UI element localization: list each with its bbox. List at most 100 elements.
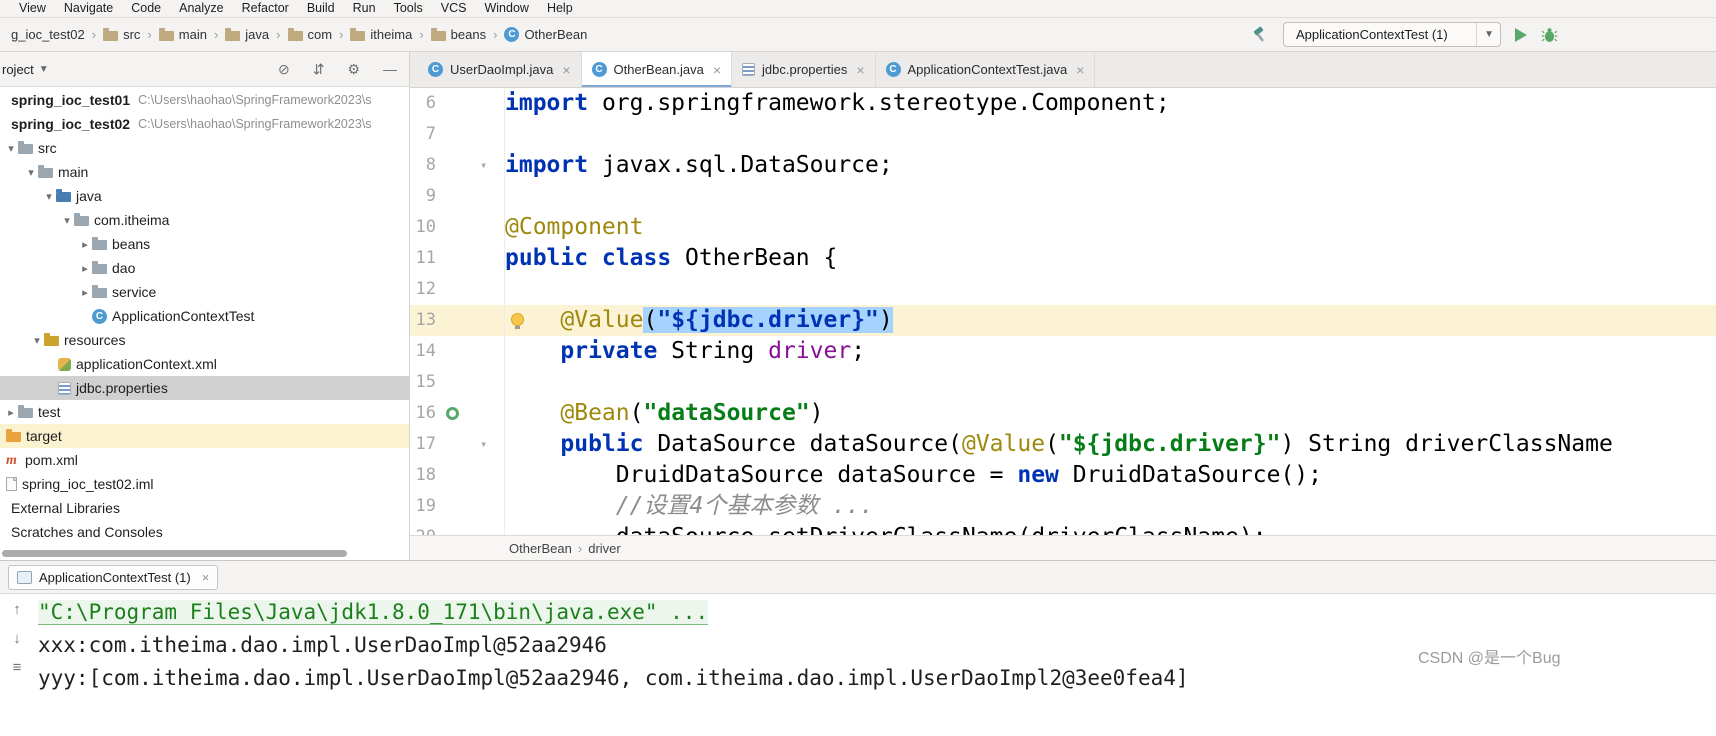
chevron-separator-icon: › [335,27,347,42]
tree-item-applicationcontexttest[interactable]: ApplicationContextTest [0,304,409,328]
menu-item-refactor[interactable]: Refactor [233,0,298,17]
code-line-6[interactable]: 6import org.springframework.stereotype.C… [410,88,1716,119]
editor-tab-jdbc-properties[interactable]: jdbc.properties× [732,52,875,87]
code-editor[interactable]: 6import org.springframework.stereotype.C… [410,88,1716,535]
menu-item-window[interactable]: Window [475,0,537,17]
chevron-down-icon[interactable]: ▾ [24,166,38,179]
close-icon[interactable]: × [562,62,570,78]
tree-item-spring-ioc-test02[interactable]: spring_ioc_test02C:\Users\haohao\SpringF… [0,112,409,136]
code-line-10[interactable]: 10@Component [410,212,1716,243]
horizontal-scrollbar[interactable] [0,550,409,558]
select-opened-file-icon[interactable]: ⊘ [278,62,290,76]
code-line-8[interactable]: 8▾import javax.sql.DataSource; [410,150,1716,181]
hide-icon[interactable]: — [383,62,397,76]
fold-marker-icon[interactable]: ▾ [480,429,487,460]
code-line-14[interactable]: 14 private String driver; [410,336,1716,367]
more-icon[interactable]: ≡ [13,660,22,676]
scroll-up-icon[interactable]: ↑ [13,602,21,618]
code-line-13[interactable]: 13 @Value("${jdbc.driver}") [410,305,1716,336]
menu-item-tools[interactable]: Tools [385,0,432,17]
close-icon[interactable]: × [856,62,864,78]
chevron-down-icon[interactable]: ▼ [39,64,49,75]
project-tree: spring_ioc_test01C:\Users\haohao\SpringF… [0,88,409,544]
editor-tab-bar: UserDaoImpl.java×OtherBean.java×jdbc.pro… [410,52,1716,88]
chevron-down-icon[interactable]: ▾ [42,190,56,203]
project-panel-title[interactable]: roject [2,62,34,77]
editor-tab-userdaoimpl-java[interactable]: UserDaoImpl.java× [418,52,582,87]
scroll-down-icon[interactable]: ↓ [13,631,21,647]
chevron-down-icon[interactable]: ▾ [30,334,44,347]
menu-item-help[interactable]: Help [538,0,582,17]
tree-item-target[interactable]: target [0,424,409,448]
run-tab[interactable]: ApplicationContextTest (1) × [8,565,218,590]
tree-item-label: service [112,284,156,300]
editor-tab-applicationcontexttest-java[interactable]: ApplicationContextTest.java× [876,52,1096,87]
tree-item-spring-ioc-test02-iml[interactable]: spring_ioc_test02.iml [0,472,409,496]
chevron-right-icon[interactable]: ▸ [4,406,18,419]
intention-bulb-icon[interactable] [511,313,524,326]
chevron-down-icon[interactable]: ▾ [4,142,18,155]
code-line-15[interactable]: 15 [410,367,1716,398]
code-line-20[interactable]: 20 dataSource.setDriverClassName(driverC… [410,522,1716,535]
code-line-19[interactable]: 19 //设置4个基本参数 ... [410,491,1716,522]
tree-item-beans[interactable]: ▸beans [0,232,409,256]
breadcrumb-item-itheima[interactable]: itheima [347,25,415,44]
breadcrumb: g_ioc_test02›src›main›java›com›itheima›b… [8,25,1251,44]
fold-marker-icon[interactable]: ▾ [480,150,487,181]
editor-breadcrumb-otherbean[interactable]: OtherBean [507,541,574,556]
tree-item-external-libraries[interactable]: External Libraries [0,496,409,520]
menu-item-code[interactable]: Code [122,0,170,17]
tree-item-resources[interactable]: ▾resources [0,328,409,352]
debug-bug-icon[interactable] [1541,27,1558,43]
editor-breadcrumb-driver[interactable]: driver [586,541,623,556]
menu-item-navigate[interactable]: Navigate [55,0,122,17]
tree-item-dao[interactable]: ▸dao [0,256,409,280]
close-icon[interactable]: × [713,62,721,78]
menu-item-vcs[interactable]: VCS [432,0,476,17]
code-line-9[interactable]: 9 [410,181,1716,212]
editor-tab-otherbean-java[interactable]: OtherBean.java× [582,52,733,87]
code-line-12[interactable]: 12 [410,274,1716,305]
menu-item-run[interactable]: Run [344,0,385,17]
tree-item-jdbc-properties[interactable]: jdbc.properties [0,376,409,400]
breadcrumb-item-g-ioc-test02[interactable]: g_ioc_test02 [8,25,88,44]
close-icon[interactable]: × [202,570,210,585]
menu-item-build[interactable]: Build [298,0,344,17]
tree-item-java[interactable]: ▾java [0,184,409,208]
code-line-7[interactable]: 7 [410,119,1716,150]
menu-item-view[interactable]: View [10,0,55,17]
code-line-17[interactable]: 17▾ public DataSource dataSource(@Value(… [410,429,1716,460]
chevron-right-icon[interactable]: ▸ [78,286,92,299]
tree-item-service[interactable]: ▸ service [0,280,409,304]
breadcrumb-item-com[interactable]: com [285,25,336,44]
chevron-right-icon[interactable]: ▸ [78,238,92,251]
scrollbar-thumb[interactable] [2,550,347,557]
chevron-right-icon[interactable]: ▸ [78,262,92,275]
tree-item-test[interactable]: ▸test [0,400,409,424]
tree-item-src[interactable]: ▾src [0,136,409,160]
code-line-11[interactable]: 11public class OtherBean { [410,243,1716,274]
close-icon[interactable]: × [1076,62,1084,78]
breadcrumb-item-java[interactable]: java [222,25,272,44]
chevron-down-icon[interactable]: ▾ [60,214,74,227]
run-button[interactable] [1515,28,1527,42]
code-line-18[interactable]: 18 DruidDataSource dataSource = new Drui… [410,460,1716,491]
code-line-16[interactable]: 16 @Bean("dataSource") [410,398,1716,429]
collapse-all-icon[interactable]: ⇵ [313,62,325,76]
breadcrumb-item-main[interactable]: main [156,25,210,44]
run-config-select[interactable]: ApplicationContextTest (1) ▼ [1283,22,1501,47]
breadcrumb-item-src[interactable]: src [100,25,143,44]
settings-icon[interactable]: ⚙ [347,62,360,76]
tree-item-applicationcontext-xml[interactable]: applicationContext.xml [0,352,409,376]
menu-item-analyze[interactable]: Analyze [170,0,232,17]
build-hammer-icon[interactable] [1251,26,1269,44]
tree-item-com-itheima[interactable]: ▾com.itheima [0,208,409,232]
chevron-separator-icon: › [210,27,222,42]
breadcrumb-item-beans[interactable]: beans [428,25,489,44]
tree-item-spring-ioc-test01[interactable]: spring_ioc_test01C:\Users\haohao\SpringF… [0,88,409,112]
tree-item-pom-xml[interactable]: pom.xml [0,448,409,472]
breadcrumb-item-otherbean[interactable]: OtherBean [501,25,590,44]
tree-item-main[interactable]: ▾main [0,160,409,184]
tree-item-scratches-and-consoles[interactable]: Scratches and Consoles [0,520,409,544]
spring-bean-icon[interactable] [446,407,459,420]
